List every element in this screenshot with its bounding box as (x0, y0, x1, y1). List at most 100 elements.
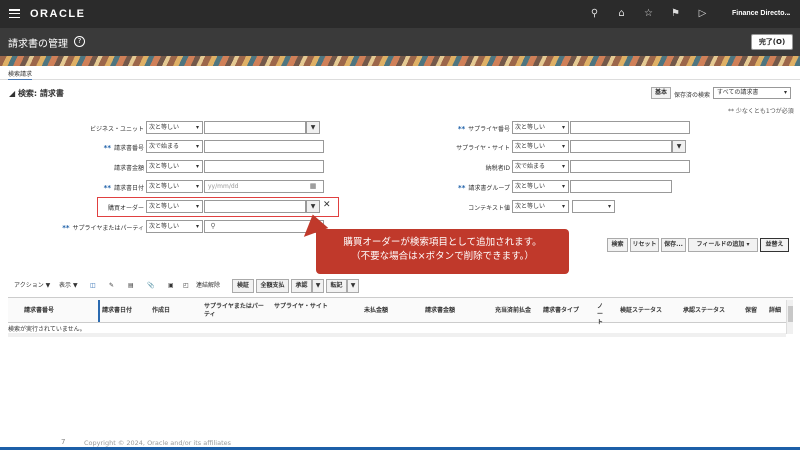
operator-value: 次で始まる (149, 143, 180, 150)
basic-button[interactable]: 基本 (651, 87, 671, 99)
operator-value: 次と等しい (515, 203, 546, 210)
column-header[interactable]: 検証ステータス (620, 307, 662, 315)
operator-select[interactable]: 次と等しい ▾ (146, 200, 203, 213)
operator-select[interactable]: 次と等しい ▾ (512, 140, 569, 153)
supplier-number-input[interactable] (570, 121, 690, 134)
column-header[interactable]: 請求書金額 (425, 307, 455, 315)
field-label: 請求書金額 (40, 163, 144, 172)
column-header[interactable]: 保留 (745, 307, 757, 315)
column-header[interactable]: 請求書タイプ (543, 307, 579, 315)
remove-field-icon[interactable]: ✕ (323, 200, 331, 210)
approve-menu-button[interactable]: ▼ (312, 279, 324, 293)
field-label: コンテキスト値 (412, 203, 510, 212)
operator-select[interactable]: 次で始まる ▾ (512, 160, 569, 173)
page-number: 7 (61, 438, 66, 446)
view-menu[interactable]: 表示 ▼ (59, 279, 78, 293)
invoice-amount-input[interactable] (204, 160, 324, 173)
add-fields-button[interactable]: フィールドの追加 ▾ (688, 238, 758, 252)
field-label: 購買オーダー (40, 203, 144, 212)
search-header[interactable]: ◢ 検索: 請求書 (9, 88, 64, 99)
operator-select[interactable]: 次と等しい ▾ (512, 121, 569, 134)
column-header[interactable]: 承認ステータス (683, 307, 725, 315)
attachment-icon[interactable]: 📎 (147, 279, 154, 293)
saved-search-value: すべての請求書 (717, 89, 759, 96)
note-icon[interactable]: ▤ (128, 279, 134, 293)
operator-value: 次と等しい (149, 223, 180, 230)
taxpayer-id-input[interactable] (570, 160, 690, 173)
calendar-icon[interactable]: ▦ (308, 181, 318, 191)
operator-value: 次で始まる (515, 163, 546, 170)
operator-select[interactable]: 次と等しい ▾ (146, 220, 203, 233)
user-menu[interactable]: Finance Directo... (732, 10, 790, 17)
business-unit-input[interactable] (204, 121, 306, 134)
required-note: ** 少なくとも1つが必須 (728, 108, 794, 115)
search-button[interactable]: 検索 (607, 238, 628, 252)
approve-button[interactable]: 承認 (291, 279, 312, 293)
decorative-banner (0, 56, 800, 66)
home-icon[interactable]: ⌂ (615, 7, 628, 20)
detach-label[interactable]: 連結解除 (196, 279, 220, 293)
operator-select[interactable]: 次と等しい ▾ (146, 160, 203, 173)
invoice-date-input[interactable]: yy/mm/dd (204, 180, 324, 193)
search-icon[interactable]: ⚲ (588, 7, 601, 20)
column-header[interactable]: 詳細 (769, 307, 781, 315)
vertical-scrollbar[interactable] (786, 300, 793, 334)
star-icon[interactable]: ☆ (642, 7, 655, 20)
scrollbar-thumb[interactable] (788, 306, 793, 322)
invoice-group-input[interactable] (570, 180, 672, 193)
detach-icon[interactable]: ◰ (183, 279, 189, 293)
post-button[interactable]: 転記 (326, 279, 347, 293)
field-label-text: 購買オーダー (107, 205, 144, 212)
operator-select[interactable]: 次と等しい ▾ (146, 180, 203, 193)
oracle-logo: ORACLE (30, 8, 86, 20)
empty-message: 検索が実行されていません。 (8, 326, 86, 333)
reorder-button[interactable]: 並替え (760, 238, 789, 252)
export-icon[interactable]: ◫ (90, 279, 96, 293)
done-button[interactable]: 完了(O) (751, 34, 793, 50)
document-icon[interactable]: ▣ (168, 279, 174, 293)
operator-select[interactable]: 次と等しい ▾ (512, 200, 569, 213)
saved-search-select[interactable]: すべての請求書 ▾ (713, 87, 791, 99)
operator-value: 次と等しい (515, 124, 546, 131)
pay-in-full-button[interactable]: 全額支払 (256, 279, 289, 293)
chevron-down-icon[interactable]: ⌄ (785, 9, 791, 17)
tab-bar: 検索請求 (0, 66, 800, 80)
validate-button[interactable]: 検証 (232, 279, 254, 293)
operator-value: 次と等しい (149, 163, 180, 170)
reset-button[interactable]: リセット (630, 238, 659, 252)
dropdown-button[interactable]: ▼ (672, 140, 686, 153)
post-menu-button[interactable]: ▼ (347, 279, 359, 293)
flag-icon[interactable]: ⚑ (669, 7, 682, 20)
column-header[interactable]: 作成日 (152, 307, 170, 315)
help-icon[interactable]: ? (74, 36, 85, 47)
add-fields-label: フィールドの追加 (696, 241, 745, 248)
edit-icon[interactable]: ✎ (109, 279, 114, 293)
dropdown-button[interactable]: ▼ (306, 200, 320, 213)
supplier-site-input[interactable] (570, 140, 672, 153)
save-button[interactable]: 保存... (661, 238, 686, 252)
column-header[interactable]: サプライヤまたはパーティ (204, 303, 268, 319)
notifications-icon[interactable]: ▷ (696, 7, 709, 20)
field-label-text: ビジネス・ユニット (89, 126, 144, 133)
chevron-down-icon: ▾ (195, 183, 199, 190)
column-header[interactable]: 請求書番号 (24, 307, 54, 315)
operator-select[interactable]: 次で始まる ▾ (146, 140, 203, 153)
menu-icon[interactable] (9, 9, 20, 19)
column-header[interactable]: ノート (597, 303, 607, 327)
operator-select[interactable]: 次と等しい ▾ (146, 121, 203, 134)
page-header: 請求書の管理 ? 完了(O) (0, 28, 800, 56)
dropdown-button[interactable]: ▼ (306, 121, 320, 134)
context-value-select[interactable]: ▾ (572, 200, 615, 213)
horizontal-scrollbar[interactable] (8, 333, 786, 337)
actions-menu[interactable]: アクション ▼ (14, 279, 50, 293)
search-icon[interactable]: ⚲ (208, 221, 218, 231)
tab-search[interactable]: 検索請求 (8, 69, 33, 80)
column-header[interactable]: 充当済前払金 (495, 307, 531, 315)
purchase-order-input[interactable] (204, 200, 306, 213)
column-header[interactable]: 未払金額 (364, 307, 388, 315)
column-header[interactable]: サプライヤ・サイト (274, 303, 328, 311)
column-header[interactable]: 請求書日付 (102, 307, 132, 315)
invoice-number-input[interactable] (204, 140, 324, 153)
saved-search-label: 保存済の検索 (674, 92, 711, 99)
operator-select[interactable]: 次と等しい ▾ (512, 180, 569, 193)
